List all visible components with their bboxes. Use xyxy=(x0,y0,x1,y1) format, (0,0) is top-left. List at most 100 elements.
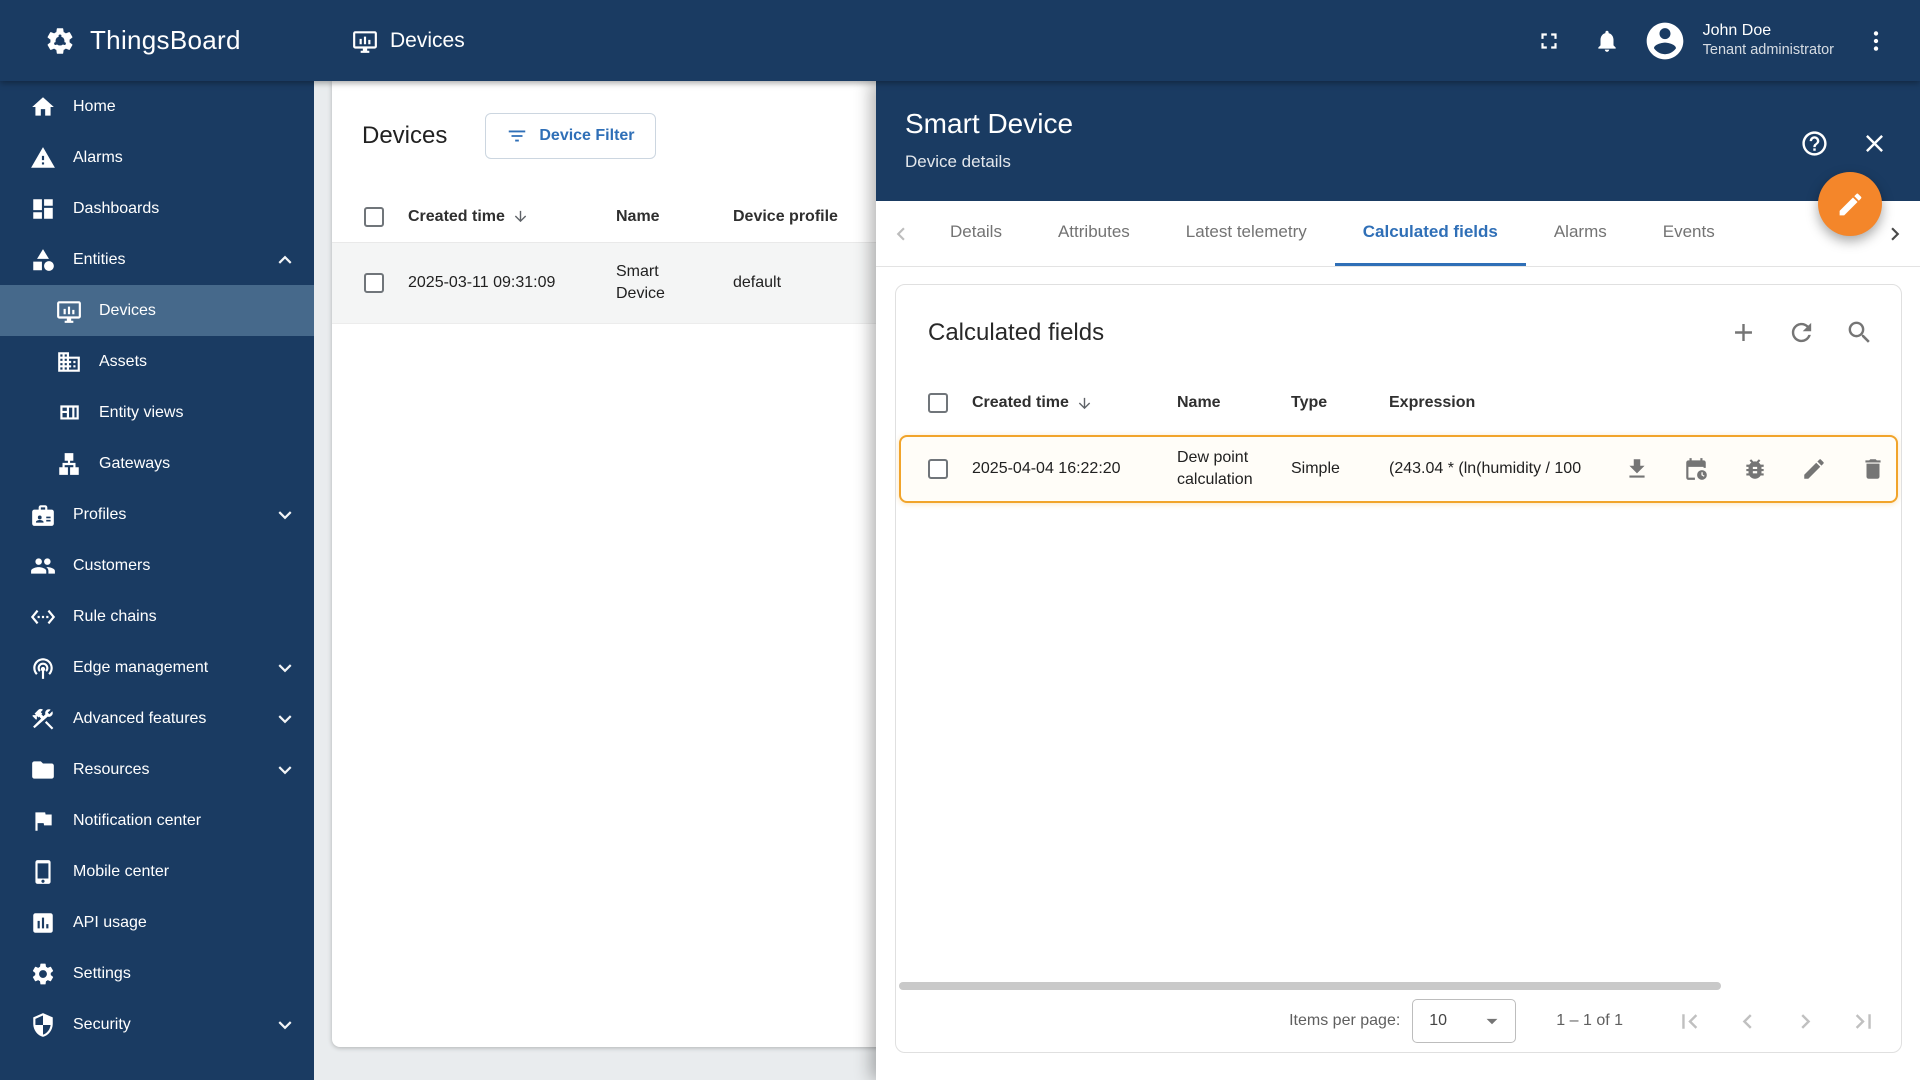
sidebar-item-mobile-center[interactable]: Mobile center xyxy=(0,846,314,897)
device-filter-label: Device Filter xyxy=(539,127,635,144)
add-calculated-field-button[interactable] xyxy=(1721,311,1765,355)
column-label: Device profile xyxy=(733,207,838,225)
details-header-actions xyxy=(1792,121,1896,165)
events-calendar-button[interactable] xyxy=(1674,447,1718,491)
sidebar-item-gateways[interactable]: Gateways xyxy=(0,438,314,489)
device-filter-button[interactable]: Device Filter xyxy=(485,113,656,159)
horizontal-scrollbar-thumb[interactable] xyxy=(899,982,1721,990)
tab-latest-telemetry[interactable]: Latest telemetry xyxy=(1158,201,1335,266)
tab-attributes[interactable]: Attributes xyxy=(1030,201,1158,266)
chevron-down-icon[interactable] xyxy=(272,502,298,528)
edit-pencil-button[interactable] xyxy=(1792,447,1836,491)
previous-page-button[interactable] xyxy=(1725,999,1769,1043)
notifications-bell-button[interactable] xyxy=(1585,19,1629,63)
settings-ethernet-icon xyxy=(30,604,56,630)
chevron-down-icon[interactable] xyxy=(272,1012,298,1038)
user-avatar[interactable] xyxy=(1643,19,1687,63)
sidebar-item-dashboards[interactable]: Dashboards xyxy=(0,183,314,234)
column-name[interactable]: Name xyxy=(1177,394,1291,412)
sidebar-item-assets[interactable]: Assets xyxy=(0,336,314,387)
chevron-up-icon[interactable] xyxy=(272,247,298,273)
refresh-button[interactable] xyxy=(1779,311,1823,355)
view-quilt-icon xyxy=(56,400,82,426)
sidebar-item-customers[interactable]: Customers xyxy=(0,540,314,591)
sidebar-item-resources[interactable]: Resources xyxy=(0,744,314,795)
sidebar-item-label: Rule chains xyxy=(73,607,157,625)
more-menu-kebab-button[interactable] xyxy=(1854,19,1898,63)
chevron-down-icon[interactable] xyxy=(272,757,298,783)
calculated-field-row-highlighted[interactable]: 2025-04-04 16:22:20 Dew point calculatio… xyxy=(899,435,1898,503)
tabs-scroll-left-chevron[interactable] xyxy=(880,201,922,266)
column-label: Type xyxy=(1291,394,1328,411)
sidebar-item-advanced-features[interactable]: Advanced features xyxy=(0,693,314,744)
column-expression[interactable]: Expression xyxy=(1389,394,1615,412)
delete-trash-button[interactable] xyxy=(1851,447,1895,491)
sidebar-item-devices[interactable]: Devices xyxy=(0,285,314,336)
edit-fab-button[interactable] xyxy=(1818,172,1882,236)
devices-icon xyxy=(352,28,378,54)
sidebar-nav: Home Alarms Dashboards Entities Devices … xyxy=(0,81,314,1080)
first-page-button[interactable] xyxy=(1667,999,1711,1043)
sidebar-item-entities[interactable]: Entities xyxy=(0,234,314,285)
sidebar-item-alarms[interactable]: Alarms xyxy=(0,132,314,183)
select-all-checkbox[interactable] xyxy=(364,206,384,227)
details-tab-bar: Details Attributes Latest telemetry Calc… xyxy=(876,201,1920,267)
export-download-button[interactable] xyxy=(1615,447,1659,491)
sidebar-item-profiles[interactable]: Profiles xyxy=(0,489,314,540)
column-created-time[interactable]: Created time xyxy=(408,208,616,226)
sidebar-item-settings[interactable]: Settings xyxy=(0,948,314,999)
sidebar-item-home[interactable]: Home xyxy=(0,81,314,132)
tab-calculated-fields[interactable]: Calculated fields xyxy=(1334,201,1526,266)
sidebar-item-label: Profiles xyxy=(73,505,127,523)
sidebar-item-label: Assets xyxy=(99,352,148,370)
app-title: ThingsBoard xyxy=(90,25,241,55)
column-name[interactable]: Name xyxy=(616,208,733,226)
sidebar-item-api-usage[interactable]: API usage xyxy=(0,897,314,948)
debug-bug-button[interactable] xyxy=(1733,447,1777,491)
sidebar-item-edge-management[interactable]: Edge management xyxy=(0,642,314,693)
cell-type: Simple xyxy=(1291,460,1340,477)
sort-desc-arrow-icon xyxy=(1076,395,1093,412)
row-checkbox[interactable] xyxy=(364,273,384,293)
tab-details[interactable]: Details xyxy=(922,201,1030,266)
chevron-down-icon[interactable] xyxy=(272,706,298,732)
close-icon[interactable] xyxy=(1852,121,1896,165)
column-created-time[interactable]: Created time xyxy=(972,394,1177,412)
sidebar-item-notification-center[interactable]: Notification center xyxy=(0,795,314,846)
devices-title: Devices xyxy=(362,122,448,149)
wifi-tethering-icon xyxy=(30,655,56,681)
last-page-button[interactable] xyxy=(1841,999,1885,1043)
next-page-button[interactable] xyxy=(1783,999,1827,1043)
warning-icon xyxy=(30,145,56,171)
flag-icon xyxy=(30,808,56,834)
column-device-profile[interactable]: Device profile xyxy=(733,208,893,226)
sidebar-item-rule-chains[interactable]: Rule chains xyxy=(0,591,314,642)
column-type[interactable]: Type xyxy=(1291,394,1389,412)
sidebar-item-label: Dashboards xyxy=(73,199,160,217)
search-icon[interactable] xyxy=(1837,311,1881,355)
help-button[interactable] xyxy=(1792,121,1836,165)
chevron-down-icon xyxy=(1479,1008,1505,1034)
sidebar-item-label: Home xyxy=(73,97,116,115)
tab-alarms[interactable]: Alarms xyxy=(1526,201,1635,266)
building-icon xyxy=(56,349,82,375)
sidebar-item-security[interactable]: Security xyxy=(0,999,314,1050)
breadcrumb-label: Devices xyxy=(390,28,465,52)
dashboard-icon xyxy=(30,196,56,222)
page-size-value: 10 xyxy=(1429,1012,1448,1029)
cell-name: Smart Device xyxy=(616,263,665,302)
home-icon xyxy=(30,94,56,120)
brand[interactable]: ThingsBoard xyxy=(44,0,241,81)
page-size-select[interactable]: 10 xyxy=(1412,999,1517,1043)
column-label: Name xyxy=(616,207,660,225)
sidebar-item-entity-views[interactable]: Entity views xyxy=(0,387,314,438)
chevron-down-icon[interactable] xyxy=(272,655,298,681)
calculated-fields-title: Calculated fields xyxy=(928,318,1105,346)
smartphone-icon xyxy=(30,859,56,885)
select-all-checkbox[interactable] xyxy=(928,393,948,413)
row-checkbox[interactable] xyxy=(928,459,948,479)
fullscreen-button[interactable] xyxy=(1527,19,1571,63)
tab-events[interactable]: Events xyxy=(1635,201,1743,266)
cell-expression: (243.04 * (ln(humidity / 100 xyxy=(1389,460,1582,477)
sidebar-item-label: Gateways xyxy=(99,454,171,472)
